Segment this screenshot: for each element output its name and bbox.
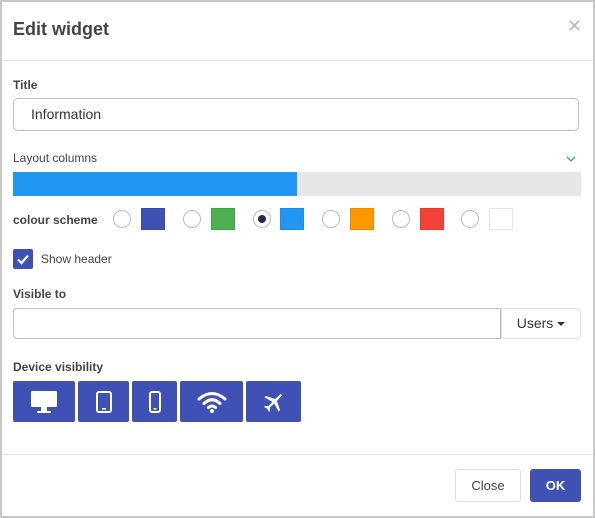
ok-button[interactable]: OK [530,469,581,502]
colour-radio-indigo[interactable] [113,210,131,228]
colour-swatch-orange[interactable] [350,208,374,230]
device-phone-button[interactable] [132,381,177,422]
show-header-checkbox[interactable] [13,249,33,269]
show-header-label: Show header [41,252,112,266]
phone-icon [148,390,161,413]
title-label: Title [13,78,38,92]
tablet-icon [95,390,112,413]
dialog-title: Edit widget [13,19,109,39]
close-button[interactable]: Close [455,469,521,502]
users-dropdown-label: Users [516,315,554,331]
device-airplane-button[interactable] [246,381,301,422]
colour-swatch-green[interactable] [211,208,235,230]
colour-radio-red[interactable] [392,210,410,228]
colour-swatch-indigo[interactable] [141,208,165,230]
device-tablet-button[interactable] [78,381,129,422]
colour-swatch-blue[interactable] [280,208,304,230]
device-visibility-label: Device visibility [13,360,104,374]
dialog-header: Edit widget ✕ [2,2,593,61]
wifi-icon [197,391,226,413]
edit-widget-dialog: Edit widget ✕ Title Information Layout c… [0,0,595,518]
close-icon[interactable]: ✕ [567,17,582,35]
chevron-down-icon[interactable] [565,154,577,164]
colour-radio-green[interactable] [183,210,201,228]
check-icon [17,254,29,265]
footer-divider [2,454,593,455]
airplane-icon [263,393,282,412]
layout-columns-slider[interactable] [13,172,581,196]
colour-radio-white[interactable] [461,210,479,228]
colour-radio-orange[interactable] [322,210,340,228]
desktop-icon [31,390,57,413]
visible-to-input[interactable] [13,308,501,339]
layout-columns-fill [13,172,297,196]
colour-swatch-white[interactable] [489,208,513,230]
colour-swatch-red[interactable] [420,208,444,230]
colour-scheme-label: colour scheme [13,213,98,227]
caret-down-icon [557,322,566,327]
title-input[interactable]: Information [13,98,579,131]
device-desktop-button[interactable] [13,381,75,422]
users-dropdown-button[interactable]: Users [501,308,581,339]
device-wifi-button[interactable] [180,381,243,422]
layout-columns-label: Layout columns [13,151,98,165]
colour-radio-blue[interactable] [253,210,271,228]
visible-to-label: Visible to [13,287,67,301]
